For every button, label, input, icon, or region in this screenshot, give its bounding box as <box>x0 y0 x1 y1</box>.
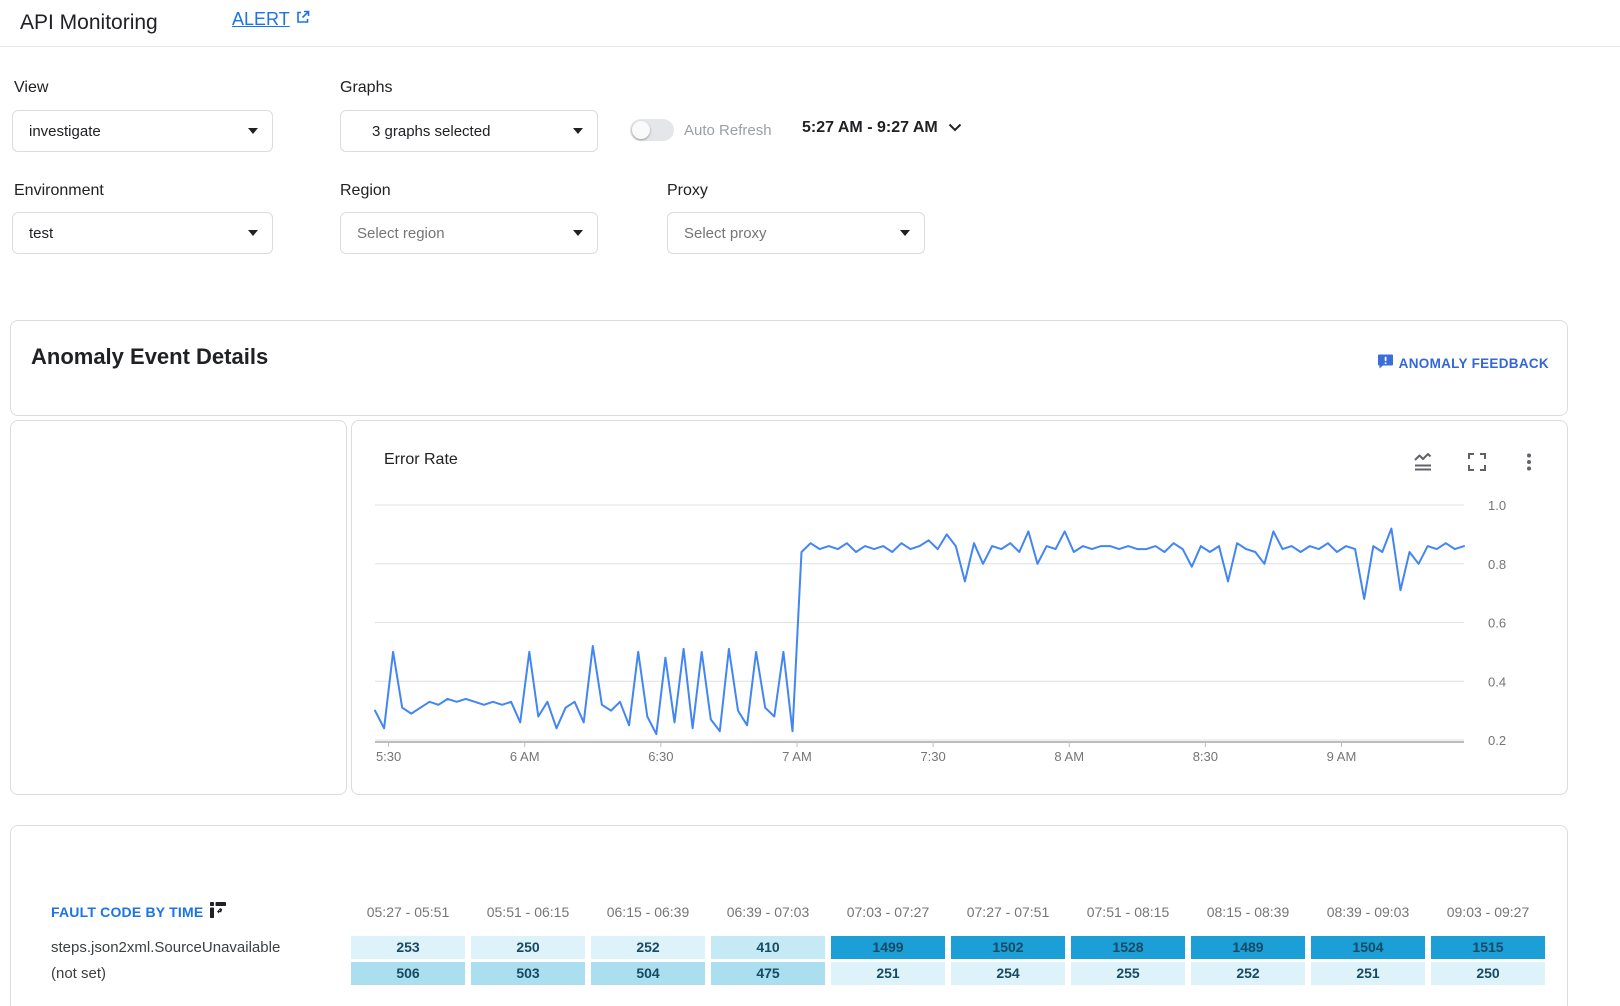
time-bucket-header: 06:15 - 06:39 <box>591 904 705 920</box>
heat-cell[interactable]: 251 <box>1311 962 1425 985</box>
pivot-table-icon <box>210 902 226 921</box>
environment-dropdown-value: test <box>29 225 53 242</box>
anomaly-section-title: Anomaly Event Details <box>31 344 268 370</box>
y-tick-label: 0.4 <box>1488 674 1506 689</box>
time-bucket-header: 05:27 - 05:51 <box>351 904 465 920</box>
x-tick-label: 8:30 <box>1193 749 1218 764</box>
anomaly-event-details-card: Anomaly Event Details ANOMALY FEEDBACK <box>10 320 1568 416</box>
region-dropdown-placeholder: Select region <box>357 225 445 242</box>
anomaly-side-panel <box>10 420 347 795</box>
filled-triangle-down-icon <box>573 128 583 134</box>
heat-cell[interactable]: 475 <box>711 962 825 985</box>
time-bucket-header: 08:39 - 09:03 <box>1311 904 1425 920</box>
time-bucket-header: 09:03 - 09:27 <box>1431 904 1545 920</box>
view-label: View <box>14 79 48 97</box>
time-range-value: 5:27 AM - 9:27 AM <box>802 119 938 137</box>
heat-cell[interactable]: 1515 <box>1431 936 1545 959</box>
time-bucket-header: 05:51 - 06:15 <box>471 904 585 920</box>
filled-triangle-down-icon <box>248 128 258 134</box>
time-bucket-header: 07:27 - 07:51 <box>951 904 1065 920</box>
fault-code-label: steps.json2xml.SourceUnavailable <box>51 939 351 956</box>
fault-code-table-card: FAULT CODE BY TIME 05:27 - 05:51 05:51 - … <box>10 825 1568 1006</box>
proxy-label: Proxy <box>667 182 708 200</box>
region-dropdown[interactable]: Select region <box>340 212 598 254</box>
error-rate-chart-card: Error Rate 1.00.80.60.40.25:306 AM6:307 … <box>351 420 1568 795</box>
y-tick-label: 0.6 <box>1488 616 1506 631</box>
x-tick-label: 7 AM <box>782 749 812 764</box>
fault-table-body: steps.json2xml.SourceUnavailable253 250 25… <box>51 936 1545 988</box>
fault-code-label: (not set) <box>51 965 351 982</box>
fault-table-header-row: FAULT CODE BY TIME 05:27 - 05:51 05:51 - … <box>51 902 1545 921</box>
heat-cell[interactable]: 503 <box>471 962 585 985</box>
auto-refresh-label: Auto Refresh <box>684 122 772 139</box>
heat-cell[interactable]: 1528 <box>1071 936 1185 959</box>
alert-nav-link[interactable]: ALERT <box>232 9 311 30</box>
heat-cell[interactable]: 255 <box>1071 962 1185 985</box>
heat-cell[interactable]: 252 <box>591 936 705 959</box>
heat-cell[interactable]: 251 <box>831 962 945 985</box>
time-bucket-headers: 05:27 - 05:51 05:51 - 06:15 06:15 - 06:39 0… <box>351 904 1545 920</box>
heat-cell[interactable]: 250 <box>1431 962 1545 985</box>
heat-cell[interactable]: 506 <box>351 962 465 985</box>
api-monitoring-page: API Monitoring ALERT View investigate Gr… <box>0 0 1620 1006</box>
heat-cell[interactable]: 250 <box>471 936 585 959</box>
filled-triangle-down-icon <box>900 230 910 236</box>
page-title: API Monitoring <box>20 11 158 35</box>
table-row: steps.json2xml.SourceUnavailable253 250 25… <box>51 936 1545 959</box>
time-bucket-header: 08:15 - 08:39 <box>1191 904 1305 920</box>
y-tick-label: 0.2 <box>1488 733 1506 748</box>
auto-refresh-toggle[interactable] <box>630 119 674 141</box>
alert-link-label: ALERT <box>232 9 290 30</box>
view-dropdown[interactable]: investigate <box>12 110 273 152</box>
x-tick-label: 6 AM <box>510 749 540 764</box>
graphs-dropdown-value: 3 graphs selected <box>372 123 490 140</box>
proxy-dropdown-placeholder: Select proxy <box>684 225 767 242</box>
time-bucket-header: 07:51 - 08:15 <box>1071 904 1185 920</box>
region-label: Region <box>340 182 391 200</box>
y-tick-label: 1.0 <box>1488 498 1506 513</box>
heat-cell[interactable]: 1504 <box>1311 936 1425 959</box>
graphs-dropdown[interactable]: 3 graphs selected <box>340 110 598 152</box>
x-tick-label: 6:30 <box>648 749 673 764</box>
heat-cell[interactable]: 254 <box>951 962 1065 985</box>
app-header: API Monitoring ALERT <box>0 0 1620 47</box>
environment-dropdown[interactable]: test <box>12 212 273 254</box>
table-row: (not set)506 503 504 475 251 254 255 252 251 250 <box>51 962 1545 985</box>
environment-label: Environment <box>14 182 104 200</box>
toggle-knob <box>632 121 650 139</box>
error-rate-line <box>375 529 1464 735</box>
announcement-bubble-icon <box>1377 353 1394 373</box>
x-tick-label: 9 AM <box>1327 749 1357 764</box>
filled-triangle-down-icon <box>248 230 258 236</box>
heat-cell[interactable]: 504 <box>591 962 705 985</box>
fault-table-title: FAULT CODE BY TIME <box>51 904 203 920</box>
y-tick-label: 0.8 <box>1488 557 1506 572</box>
heat-cell[interactable]: 1502 <box>951 936 1065 959</box>
heat-cell[interactable]: 410 <box>711 936 825 959</box>
fault-code-by-time-link[interactable]: FAULT CODE BY TIME <box>51 902 351 921</box>
heat-cell[interactable]: 1499 <box>831 936 945 959</box>
heat-cell[interactable]: 253 <box>351 936 465 959</box>
open-in-new-icon <box>295 9 311 30</box>
anomaly-feedback-label: ANOMALY FEEDBACK <box>1399 356 1549 371</box>
x-tick-label: 8 AM <box>1054 749 1084 764</box>
heat-cell[interactable]: 252 <box>1191 962 1305 985</box>
proxy-dropdown[interactable]: Select proxy <box>667 212 925 254</box>
anomaly-feedback-link[interactable]: ANOMALY FEEDBACK <box>1377 353 1549 373</box>
time-bucket-header: 06:39 - 07:03 <box>711 904 825 920</box>
time-range-picker[interactable]: 5:27 AM - 9:27 AM <box>802 119 962 137</box>
x-tick-label: 5:30 <box>376 749 401 764</box>
heat-cell[interactable]: 1489 <box>1191 936 1305 959</box>
x-tick-label: 7:30 <box>920 749 945 764</box>
filled-triangle-down-icon <box>573 230 583 236</box>
view-dropdown-value: investigate <box>29 123 101 140</box>
chevron-down-icon <box>948 119 962 137</box>
graphs-label: Graphs <box>340 79 392 97</box>
error-rate-chart: 1.0 0.8 0.6 0.4 0.2 5:30 6 AM 6:30 7 AM 7:30 8 AM 8… <box>352 421 1569 796</box>
time-bucket-header: 07:03 - 07:27 <box>831 904 945 920</box>
